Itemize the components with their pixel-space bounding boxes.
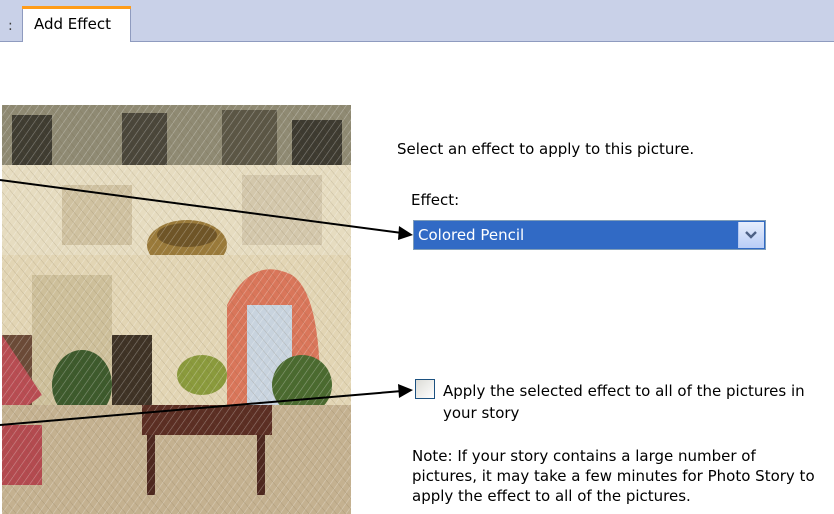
arrowhead-icon — [398, 384, 413, 398]
arrowhead-icon — [398, 226, 413, 240]
callout-arrow-checkbox — [0, 390, 403, 426]
callout-arrows — [0, 179, 413, 426]
callout-arrow-effect — [0, 179, 403, 234]
